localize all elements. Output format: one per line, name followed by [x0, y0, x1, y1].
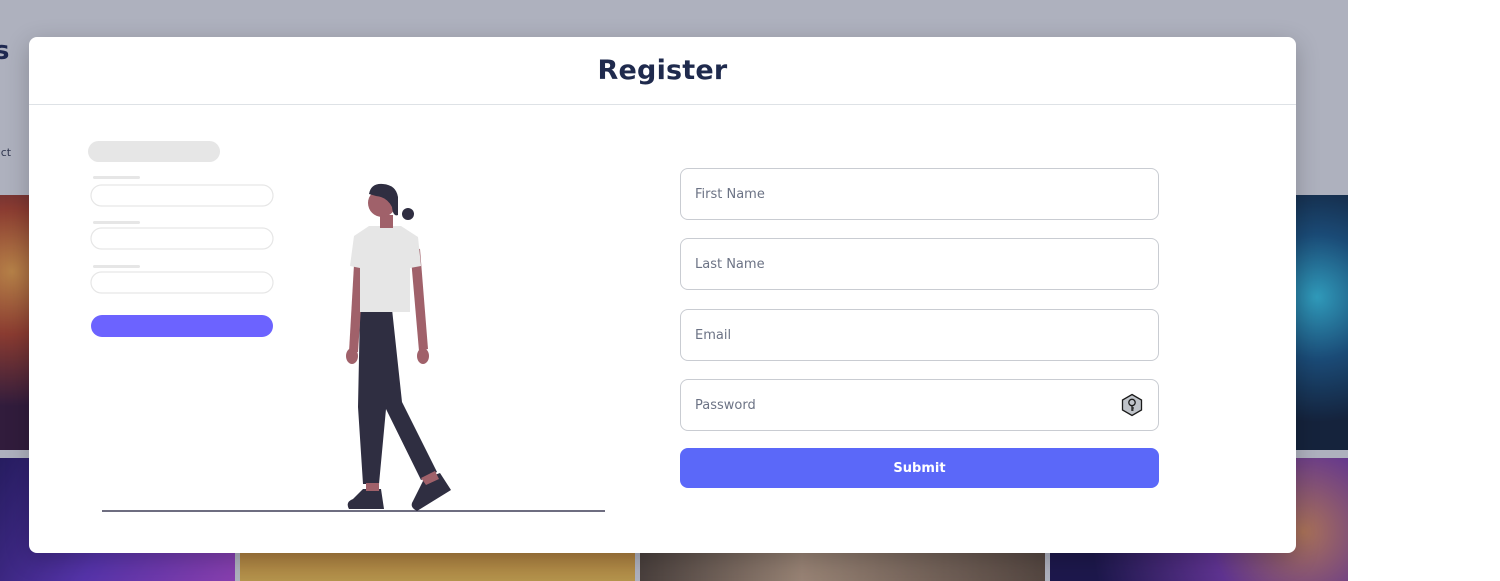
first-name-field-wrapper — [680, 168, 1159, 220]
last-name-field-wrapper — [680, 238, 1159, 290]
email-field-wrapper — [680, 309, 1159, 361]
submit-button[interactable]: Submit — [680, 448, 1159, 488]
modal-header: Register — [29, 37, 1296, 105]
password-input[interactable] — [681, 380, 1158, 430]
register-illustration — [88, 141, 605, 512]
mock-form-illustration — [88, 141, 274, 337]
email-input[interactable] — [681, 310, 1158, 360]
password-field-wrapper — [680, 379, 1159, 431]
person-figure — [346, 183, 451, 511]
last-name-input[interactable] — [681, 239, 1158, 289]
register-modal: Register First Name Last Name Email Subm… — [29, 37, 1296, 553]
modal-title: Register — [597, 55, 728, 86]
first-name-input[interactable] — [681, 169, 1158, 219]
key-lock-icon[interactable] — [1120, 393, 1144, 417]
register-form: Submit — [680, 168, 1159, 488]
